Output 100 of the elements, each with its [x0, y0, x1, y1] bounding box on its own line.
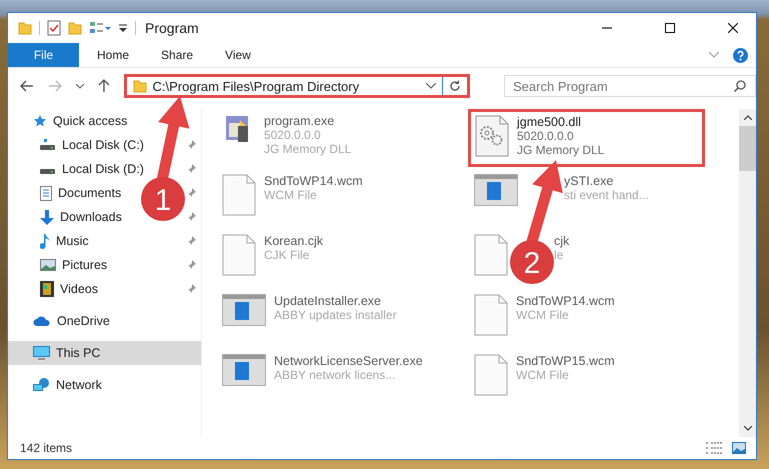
nav-item[interactable]: Downloads — [8, 205, 128, 229]
file-detail: 5020.0.0.0 — [264, 128, 322, 142]
file-name[interactable]: UpdateInstaller.exe — [274, 294, 397, 308]
folder-icon — [132, 79, 147, 93]
nav-item[interactable]: Local Disk (C:) — [8, 133, 150, 157]
program-window-icon — [474, 174, 518, 206]
drive-icon — [40, 139, 56, 151]
search-icon[interactable] — [734, 80, 746, 92]
ribbon-tab[interactable]: View — [211, 43, 265, 67]
address-path: C:\Program Files\Program Directory — [152, 78, 360, 94]
file-detail: JG Memory DLL — [517, 143, 604, 157]
image-icon — [40, 259, 56, 271]
back-arrow-icon[interactable] — [20, 80, 34, 92]
large-icons-view-icon[interactable] — [732, 442, 746, 454]
file-detail: WCM File — [264, 188, 318, 202]
maximize-icon — [665, 23, 675, 33]
window-title: Program — [145, 20, 199, 36]
music-note-icon — [40, 234, 50, 248]
nav-item[interactable]: Videos — [8, 277, 104, 301]
nav-label: Documents — [58, 186, 122, 200]
chevron-down-icon[interactable] — [744, 426, 752, 431]
nav-label: Downloads — [60, 210, 122, 224]
file-name[interactable]: program.exe — [264, 114, 352, 128]
pin-icon[interactable] — [187, 164, 196, 174]
file-name[interactable]: jgme500.dll — [517, 115, 604, 129]
nav-label: Network — [56, 378, 102, 392]
file-detail: ABBY network licens... — [274, 368, 396, 382]
pin-icon[interactable] — [187, 212, 196, 222]
blank-file-icon — [474, 234, 508, 276]
chevron-down-icon[interactable] — [426, 83, 436, 89]
file-tab[interactable]: File — [8, 43, 79, 67]
nav-item[interactable]: Quick access — [8, 109, 201, 133]
blank-file-icon — [222, 174, 256, 216]
network-icon — [33, 378, 50, 392]
details-view-icon[interactable] — [706, 442, 722, 454]
help-icon[interactable] — [733, 48, 748, 62]
file-detail: le — [554, 248, 564, 262]
address-bar[interactable]: C:\Program Files\Program Directory — [124, 74, 470, 98]
ribbon-tab[interactable]: Home — [83, 43, 144, 67]
pin-icon[interactable] — [187, 260, 196, 270]
nav-label: Local Disk (D:) — [62, 162, 144, 176]
pin-icon[interactable] — [187, 236, 196, 246]
nav-item[interactable]: OneDrive — [8, 309, 201, 333]
scrollbar-thumb[interactable] — [739, 126, 756, 171]
file-detail: JG Memory DLL — [264, 142, 352, 156]
step-badge: 1 — [141, 177, 185, 221]
checklist-icon[interactable] — [47, 20, 61, 36]
ribbon-tab[interactable]: Share — [147, 43, 208, 67]
chevron-down-icon[interactable] — [76, 84, 84, 88]
nav-label: OneDrive — [57, 314, 110, 328]
dropdown-icon[interactable] — [118, 22, 128, 34]
program-window-icon — [222, 294, 266, 326]
monitor-icon — [33, 346, 50, 360]
nav-item[interactable]: Network — [8, 373, 201, 397]
gear-file-icon — [475, 115, 509, 157]
file-name[interactable]: ySTI.exe — [564, 174, 649, 188]
pin-icon[interactable] — [187, 188, 196, 198]
file-detail: 5020.0.0.0 — [517, 129, 575, 143]
step-badge: 2 — [510, 240, 554, 284]
scrollbar[interactable] — [739, 109, 756, 437]
pin-icon[interactable] — [187, 284, 196, 294]
nav-item[interactable]: Pictures — [8, 253, 114, 277]
nav-item[interactable]: Music — [8, 229, 95, 253]
file-name[interactable]: SndToWP15.wcm — [516, 354, 615, 368]
nav-label: Music — [56, 234, 89, 248]
film-icon — [40, 281, 54, 297]
blank-file-icon — [474, 294, 508, 336]
file-item[interactable]: jgme500.dll 5020.0.0.0 JG Memory DLL — [468, 109, 705, 167]
program-window-icon — [222, 354, 266, 386]
file-name[interactable]: NetworkLicenseServer.exe — [274, 354, 423, 368]
file-name[interactable]: SndToWP14.wcm — [516, 294, 615, 308]
document-icon — [40, 186, 52, 200]
nav-label: Local Disk (C:) — [62, 138, 144, 152]
nav-label: Videos — [60, 282, 98, 296]
refresh-icon[interactable] — [449, 80, 462, 92]
file-detail: WCM File — [516, 368, 570, 382]
nav-label: This PC — [56, 346, 100, 360]
file-name[interactable]: Korean.cjk — [264, 234, 324, 248]
nav-item[interactable]: This PC — [8, 341, 201, 365]
close-icon — [728, 23, 738, 33]
file-detail: WCM File — [516, 308, 570, 322]
chevron-up-icon[interactable] — [744, 115, 752, 120]
nav-label: Pictures — [62, 258, 108, 272]
star-icon — [33, 114, 47, 128]
download-arrow-icon — [40, 210, 54, 224]
search-field[interactable]: Search Program — [504, 75, 756, 97]
nav-item[interactable]: Documents — [8, 181, 128, 205]
file-detail: sti event hand... — [564, 188, 649, 202]
properties-icon[interactable] — [89, 21, 111, 35]
up-arrow-icon[interactable] — [98, 79, 110, 93]
blank-file-icon — [474, 354, 508, 396]
blank-file-icon — [222, 234, 256, 276]
file-detail: CJK File — [264, 248, 310, 262]
file-name[interactable]: cjk — [554, 234, 570, 248]
file-name[interactable]: SndToWP14.wcm — [264, 174, 363, 188]
nav-label: Quick access — [53, 114, 128, 128]
pin-icon[interactable] — [187, 140, 196, 150]
cloud-icon — [33, 316, 51, 326]
file-detail: ABBY updates installer — [274, 308, 397, 322]
item-count: 142 items — [20, 441, 72, 455]
